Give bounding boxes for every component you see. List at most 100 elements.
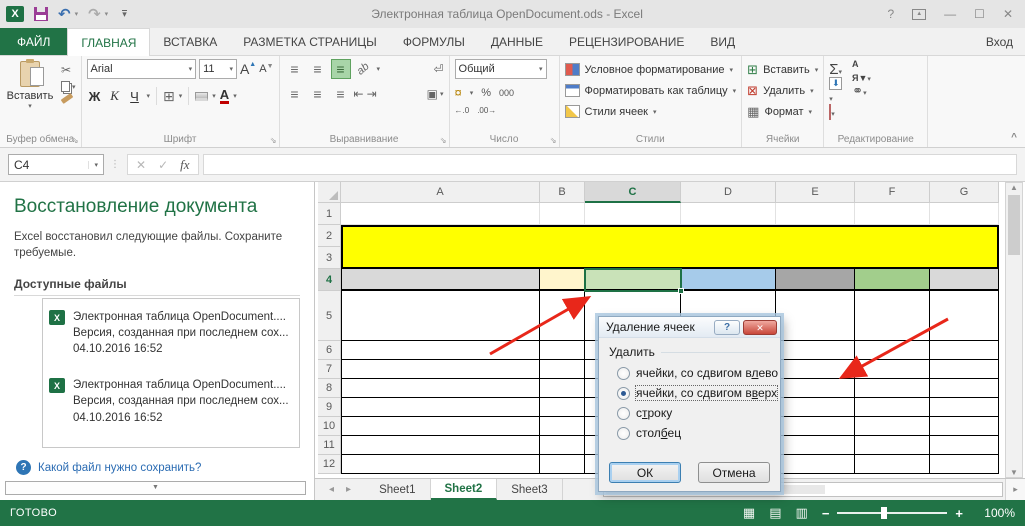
- row-header-3[interactable]: 3: [318, 247, 341, 269]
- column-header-C[interactable]: C: [585, 182, 681, 203]
- orientation-icon[interactable]: ab: [354, 59, 374, 79]
- font-family-combo[interactable]: Arial▾: [87, 59, 197, 79]
- tab-insert[interactable]: ВСТАВКА: [150, 28, 230, 55]
- zoom-out-icon[interactable]: −: [822, 506, 830, 521]
- cell-A10[interactable]: [341, 417, 540, 436]
- cell-A7[interactable]: [341, 360, 540, 379]
- comma-style-button[interactable]: 000: [499, 88, 514, 98]
- recovery-pane-dropdown[interactable]: ▼: [5, 481, 306, 495]
- cell-A6[interactable]: [341, 341, 540, 360]
- wrap-text-icon[interactable]: ⏎: [433, 62, 443, 76]
- font-size-dropdown-icon[interactable]: ▾: [225, 65, 233, 73]
- increase-decimal-icon[interactable]: ←.0: [455, 106, 470, 115]
- cut-icon[interactable]: ✂: [61, 63, 71, 77]
- font-color-icon[interactable]: А: [220, 88, 229, 104]
- merge-center-icon[interactable]: ▣: [427, 87, 438, 101]
- excel-logo-icon[interactable]: X: [6, 6, 24, 22]
- align-left-icon[interactable]: ≡: [285, 84, 305, 104]
- formula-input[interactable]: [203, 154, 1017, 175]
- cell-B8[interactable]: [540, 379, 585, 398]
- row-header-6[interactable]: 6: [318, 341, 341, 360]
- cell-E11[interactable]: [776, 436, 855, 455]
- cell-G8[interactable]: [930, 379, 999, 398]
- autosum-icon[interactable]: Σ: [829, 61, 838, 78]
- row-header-10[interactable]: 10: [318, 417, 341, 436]
- merged-yellow-range[interactable]: [341, 225, 999, 269]
- cell-G4[interactable]: [930, 269, 999, 291]
- increase-indent-icon[interactable]: ⇥: [367, 87, 377, 101]
- recovery-file-item[interactable]: X Электронная таблица OpenDocument.... В…: [49, 309, 293, 357]
- align-top-icon[interactable]: ≡: [285, 59, 305, 79]
- recovery-file-item[interactable]: X Электронная таблица OpenDocument.... В…: [49, 377, 293, 425]
- scroll-right-icon[interactable]: ▸: [1005, 479, 1025, 500]
- row-header-1[interactable]: 1: [318, 203, 341, 225]
- find-select-icon[interactable]: ⚭: [852, 83, 863, 98]
- ribbon-display-options-icon[interactable]: ▲: [912, 9, 926, 20]
- maximize-icon[interactable]: ☐: [974, 7, 985, 21]
- copy-icon[interactable]: [61, 81, 70, 92]
- option-entire-row[interactable]: строку: [617, 406, 770, 420]
- row-header-4[interactable]: 4: [318, 269, 341, 291]
- fill-icon[interactable]: ⬇: [829, 77, 842, 90]
- cell-F12[interactable]: [855, 455, 930, 474]
- vertical-scrollbar[interactable]: ▲ ▼: [1005, 182, 1023, 478]
- which-file-help-link[interactable]: Какой файл нужно сохранить?: [38, 462, 201, 474]
- zoom-slider[interactable]: [837, 512, 947, 514]
- cell-E10[interactable]: [776, 417, 855, 436]
- align-right-icon[interactable]: ≡: [331, 84, 351, 104]
- cell-D1[interactable]: [681, 203, 776, 225]
- copy-dropdown-icon[interactable]: ▾: [72, 83, 76, 91]
- decrease-indent-icon[interactable]: ⇤: [354, 87, 364, 101]
- decrease-decimal-icon[interactable]: .00→: [477, 106, 496, 115]
- redo-dropdown-icon[interactable]: ▾: [105, 10, 109, 18]
- font-size-combo[interactable]: 11▾: [199, 59, 237, 79]
- italic-button[interactable]: К: [107, 88, 123, 104]
- radio-selected-icon[interactable]: [617, 387, 630, 400]
- cell-E6[interactable]: [776, 341, 855, 360]
- cell-B10[interactable]: [540, 417, 585, 436]
- row-header-2[interactable]: 2: [318, 225, 341, 247]
- underline-dropdown-icon[interactable]: ▾: [147, 92, 151, 100]
- cell-C4[interactable]: [585, 269, 681, 291]
- percent-style-button[interactable]: %: [481, 87, 491, 99]
- cell-F4[interactable]: [855, 269, 930, 291]
- column-header-A[interactable]: A: [341, 182, 540, 203]
- paste-button[interactable]: Вставить ▾: [5, 59, 55, 110]
- cell-B5[interactable]: [540, 291, 585, 341]
- clipboard-dialog-launcher-icon[interactable]: ⇘: [72, 136, 79, 145]
- cell-B4[interactable]: [540, 269, 585, 291]
- undo-dropdown-icon[interactable]: ▾: [75, 10, 79, 18]
- cell-styles-button[interactable]: Стили ячеек ▾: [565, 101, 737, 122]
- column-header-B[interactable]: B: [540, 182, 585, 203]
- row-header-12[interactable]: 12: [318, 455, 341, 474]
- save-icon[interactable]: [34, 7, 48, 21]
- column-header-D[interactable]: D: [681, 182, 776, 203]
- option-entire-column[interactable]: столбец: [617, 426, 770, 440]
- font-family-dropdown-icon[interactable]: ▾: [185, 65, 193, 73]
- tab-formulas[interactable]: ФОРМУЛЫ: [390, 28, 478, 55]
- orientation-dropdown-icon[interactable]: ▾: [377, 65, 381, 73]
- cell-E9[interactable]: [776, 398, 855, 417]
- alignment-dialog-launcher-icon[interactable]: ⇘: [440, 136, 447, 145]
- sign-in-link[interactable]: Вход: [974, 28, 1025, 55]
- cell-F5[interactable]: [855, 291, 930, 341]
- option-shift-cells-left[interactable]: ячейки, со сдвигом влево: [617, 366, 770, 380]
- sheet-tab-sheet2[interactable]: Sheet2: [431, 479, 498, 500]
- cell-G5[interactable]: [930, 291, 999, 341]
- cell-G1[interactable]: [930, 203, 999, 225]
- cell-D4[interactable]: [681, 269, 776, 291]
- radio-unselected-icon[interactable]: [617, 367, 630, 380]
- minimize-icon[interactable]: —: [944, 7, 956, 21]
- zoom-in-icon[interactable]: +: [955, 506, 963, 521]
- cell-B11[interactable]: [540, 436, 585, 455]
- radio-unselected-icon[interactable]: [617, 427, 630, 440]
- bold-button[interactable]: Ж: [87, 89, 103, 104]
- fill-color-icon[interactable]: [195, 92, 208, 101]
- cell-G6[interactable]: [930, 341, 999, 360]
- cell-C1[interactable]: [585, 203, 681, 225]
- decrease-font-icon[interactable]: A▼: [259, 63, 273, 75]
- ok-button[interactable]: ОК: [609, 462, 681, 483]
- zoom-slider-thumb[interactable]: [881, 507, 887, 519]
- delete-cells-button[interactable]: ⊠ Удалить ▾: [747, 80, 818, 101]
- vertical-scroll-thumb[interactable]: [1008, 195, 1020, 255]
